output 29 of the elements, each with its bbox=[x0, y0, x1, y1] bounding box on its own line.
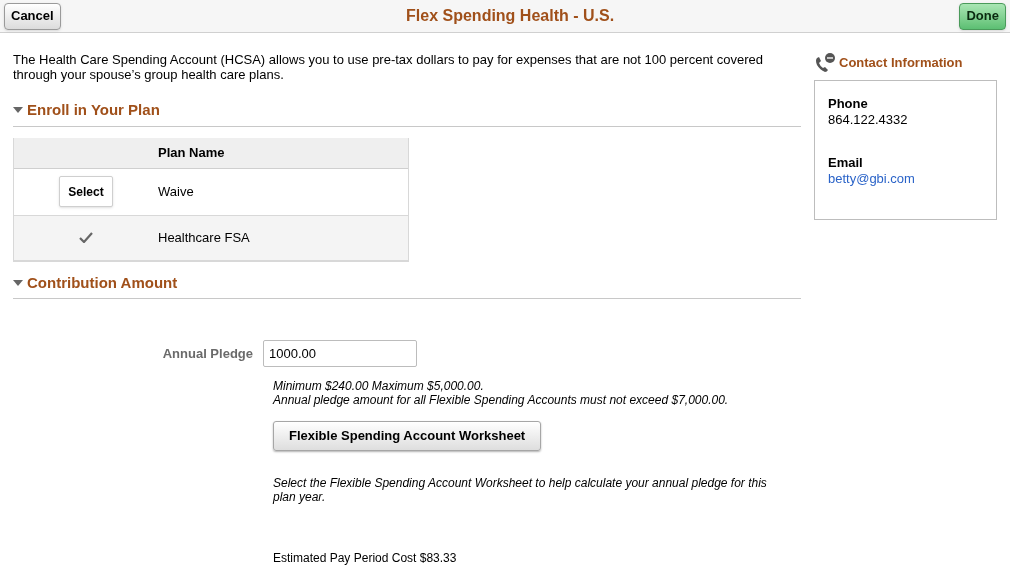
contact-label: Email bbox=[828, 155, 864, 171]
field-label: Annual Pledge bbox=[161, 344, 254, 363]
table-row[interactable]: Healthcare FSA bbox=[14, 215, 408, 260]
section-header[interactable]: Contribution Amount bbox=[13, 271, 801, 299]
annual-pledge-field[interactable]: 1000.00 bbox=[263, 340, 417, 367]
limit-note: Minimum $240.00 Maximum $5,000.00. bbox=[273, 379, 485, 393]
phone-chat-icon bbox=[814, 53, 836, 73]
plan-name: Healthcare FSA bbox=[158, 228, 250, 247]
estimated-cost: Estimated Pay Period Cost $83.33 bbox=[273, 550, 458, 567]
phone-number: 864.122.4332 bbox=[828, 112, 909, 128]
plan-name: Waive bbox=[158, 182, 194, 201]
section-title: Contribution Amount bbox=[27, 272, 178, 293]
column-header: Plan Name bbox=[158, 143, 225, 162]
email-link[interactable]: betty@gbi.com bbox=[828, 171, 983, 187]
caret-icon bbox=[13, 107, 23, 114]
limit-note: Annual pledge amount for all Flexible Spending Accounts must not exceed $7,000.00. bbox=[273, 393, 730, 407]
section-title: Enroll in Your Plan bbox=[27, 100, 160, 120]
worksheet-button[interactable]: Flexible Spending Account Worksheet bbox=[273, 421, 542, 451]
done-button[interactable]: Done bbox=[959, 2, 1006, 30]
cancel-button[interactable]: Cancel bbox=[4, 2, 61, 30]
contact-label: Phone bbox=[828, 96, 869, 112]
intro-paragraph: The Health Care Spending Account (HCSA) allows you to use pre-tax dollars to pay for expenses that are not 100 percent covered through your spouse’s group health care plans. bbox=[13, 52, 765, 82]
select-button[interactable]: Select bbox=[59, 176, 113, 207]
caret-icon bbox=[13, 279, 23, 286]
check-icon bbox=[79, 232, 93, 243]
contact-title: Contact Information bbox=[839, 54, 963, 73]
section-header[interactable]: Enroll in Your Plan bbox=[13, 99, 801, 127]
page-title: Flex Spending Health - U.S. bbox=[406, 6, 615, 26]
worksheet-hint: Select the Flexible Spending Account Worksheet to help calculate your annual pledge for this plan year. bbox=[273, 476, 768, 504]
